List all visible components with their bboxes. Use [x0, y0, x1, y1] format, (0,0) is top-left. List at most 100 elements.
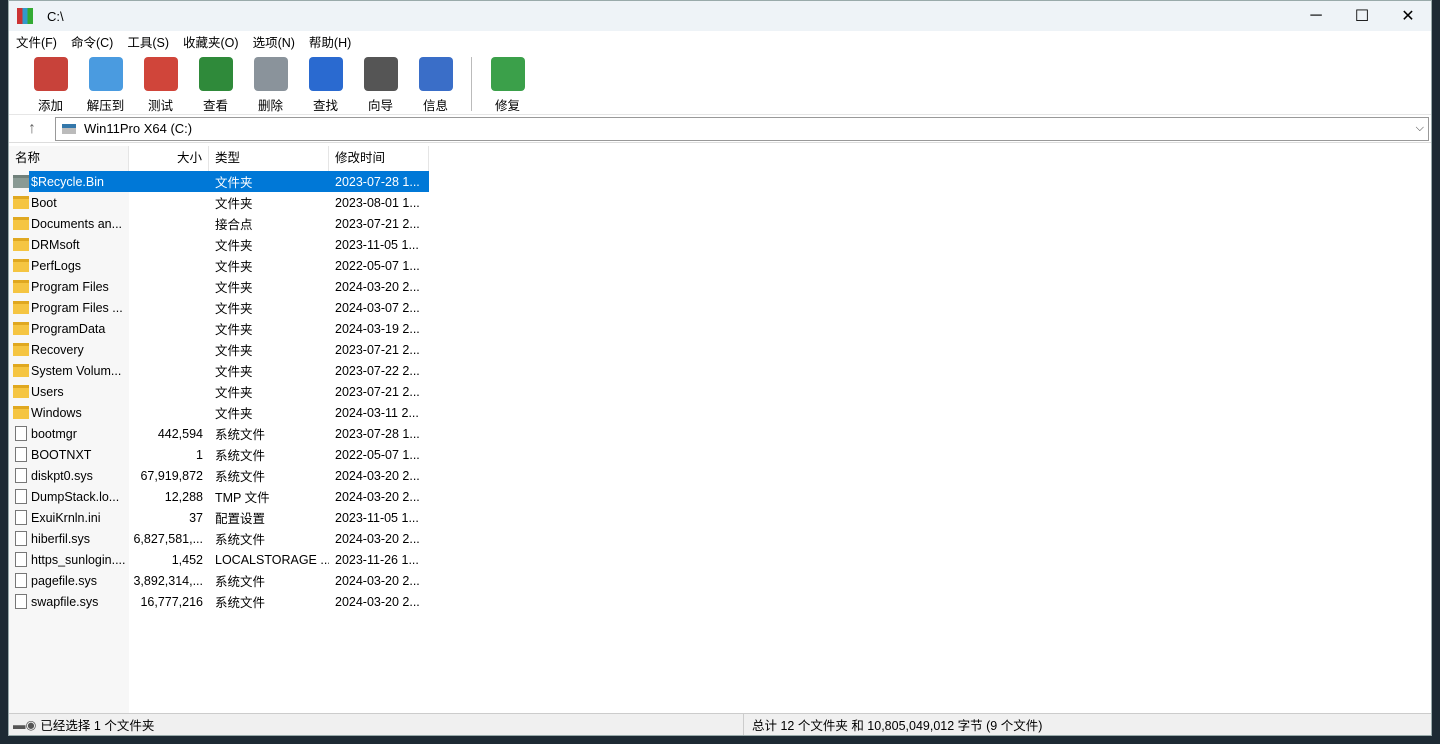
- toolbar: 添加 解压到 测试 查看 删除 查找 向导 信息 修复: [9, 51, 1431, 115]
- file-row[interactable]: Program Files 文件夹 2024-03-20 2...: [9, 276, 1431, 297]
- file-date: 2024-03-20 2...: [335, 279, 420, 294]
- file-type: 文件夹: [215, 365, 253, 379]
- file-row[interactable]: Program Files ... 文件夹 2024-03-07 2...: [9, 297, 1431, 318]
- file-size: 6,827,581,...: [133, 531, 203, 546]
- file-type: 配置设置: [215, 512, 266, 526]
- toolbar-label: 删除: [257, 99, 283, 113]
- file-row[interactable]: pagefile.sys 3,892,314,... 系统文件 2024-03-20 …: [9, 570, 1431, 591]
- file-row[interactable]: swapfile.sys 16,777,216 系统文件 2024-03-20 2..…: [9, 591, 1431, 612]
- toolbar-button-4[interactable]: 删除: [243, 51, 298, 114]
- test-clipboard-icon: [143, 57, 178, 91]
- file-type: 系统文件: [215, 470, 266, 484]
- file-date: 2024-03-20 2...: [335, 594, 420, 609]
- column-name[interactable]: 名称: [9, 146, 129, 171]
- menu-item[interactable]: 收藏夹(O): [176, 32, 246, 51]
- file-name: Documents an...: [31, 216, 123, 231]
- address-input[interactable]: Win11Pro X64 (C:) ⌵: [55, 116, 1429, 141]
- toolbar-button-2[interactable]: 测试: [133, 51, 188, 114]
- file-name: swapfile.sys: [31, 594, 99, 609]
- file-type: 文件夹: [215, 260, 253, 274]
- file-row[interactable]: Users 文件夹 2023-07-21 2...: [9, 381, 1431, 402]
- chevron-down-icon[interactable]: ⌵: [1416, 122, 1424, 135]
- maximize-button[interactable]: ☐: [1339, 1, 1385, 31]
- file-date: 2023-07-21 2...: [335, 384, 420, 399]
- extract-folder-icon: [88, 57, 123, 91]
- file-row[interactable]: $Recycle.Bin 文件夹 2023-07-28 1...: [9, 171, 1431, 192]
- menu-item[interactable]: 命令(C): [64, 32, 120, 51]
- drive-icon: [62, 123, 76, 134]
- column-type[interactable]: 类型: [209, 146, 329, 171]
- menu-item[interactable]: 文件(F): [9, 32, 64, 51]
- folder-icon: [13, 343, 29, 356]
- file-size: 1: [196, 447, 203, 462]
- file-row[interactable]: hiberfil.sys 6,827,581,... 系统文件 2024-03-20 …: [9, 528, 1431, 549]
- file-icon: [15, 531, 27, 546]
- toolbar-divider: [471, 57, 472, 111]
- file-name: Boot: [31, 195, 57, 210]
- file-name: bootmgr: [31, 426, 77, 441]
- file-row[interactable]: PerfLogs 文件夹 2022-05-07 1...: [9, 255, 1431, 276]
- folder-icon: [13, 217, 29, 230]
- up-arrow-icon[interactable]: ↑: [9, 120, 55, 138]
- file-name: System Volum...: [31, 363, 122, 378]
- file-date: 2023-07-28 1...: [335, 174, 420, 189]
- column-size[interactable]: 大小: [129, 146, 209, 171]
- menu-bar: 文件(F) 命令(C) 工具(S) 收藏夹(O) 选项(N) 帮助(H): [9, 31, 1431, 51]
- toolbar-label: 添加: [37, 99, 63, 113]
- menu-item[interactable]: 帮助(H): [302, 32, 358, 51]
- file-row[interactable]: Recovery 文件夹 2023-07-21 2...: [9, 339, 1431, 360]
- toolbar-label: 解压到: [86, 99, 125, 113]
- toolbar-button-5[interactable]: 查找: [298, 51, 353, 114]
- toolbar-button-0[interactable]: 添加: [23, 51, 78, 114]
- file-row[interactable]: Documents an... 接合点 2023-07-21 2...: [9, 213, 1431, 234]
- column-modified[interactable]: 修改时间: [329, 146, 429, 171]
- menu-item[interactable]: 选项(N): [246, 32, 302, 51]
- file-icon: [15, 489, 27, 504]
- file-icon: [15, 552, 27, 567]
- view-book-icon: [198, 57, 233, 91]
- file-type: 系统文件: [215, 428, 266, 442]
- file-type: 文件夹: [215, 302, 253, 316]
- file-row[interactable]: ProgramData 文件夹 2024-03-19 2...: [9, 318, 1431, 339]
- folder-icon: [13, 238, 29, 251]
- file-row[interactable]: bootmgr 442,594 系统文件 2023-07-28 1...: [9, 423, 1431, 444]
- file-date: 2023-08-01 1...: [335, 195, 420, 210]
- folder-icon: [13, 364, 29, 377]
- file-date: 2023-07-21 2...: [335, 216, 420, 231]
- file-row[interactable]: BOOTNXT 1 系统文件 2022-05-07 1...: [9, 444, 1431, 465]
- menu-item[interactable]: 工具(S): [120, 32, 176, 51]
- file-row[interactable]: Windows 文件夹 2024-03-11 2...: [9, 402, 1431, 423]
- file-name: Program Files: [31, 279, 109, 294]
- repair-icon: [490, 57, 525, 91]
- toolbar-button-7[interactable]: 信息: [408, 51, 463, 114]
- file-row[interactable]: diskpt0.sys 67,919,872 系统文件 2024-03-20 2...: [9, 465, 1431, 486]
- toolbar-button-1[interactable]: 解压到: [78, 51, 133, 114]
- status-bar: ▬◉ 已经选择 1 个文件夹 总计 12 个文件夹 和 10,805,049,0…: [9, 713, 1431, 735]
- file-date: 2024-03-20 2...: [335, 531, 420, 546]
- wizard-wand-icon: [363, 57, 398, 91]
- file-date: 2024-03-20 2...: [335, 573, 420, 588]
- toolbar-label: 信息: [422, 99, 448, 113]
- file-row[interactable]: https_sunlogin.... 1,452 LOCALSTORAGE ... 2…: [9, 549, 1431, 570]
- minimize-button[interactable]: ─: [1293, 1, 1339, 31]
- toolbar-button-3[interactable]: 查看: [188, 51, 243, 114]
- file-row[interactable]: ExuiKrnln.ini 37 配置设置 2023-11-05 1...: [9, 507, 1431, 528]
- toolbar-label: 查找: [312, 99, 338, 113]
- toolbar-button-8[interactable]: 修复: [480, 51, 535, 114]
- folder-icon: [13, 301, 29, 314]
- close-button[interactable]: ✕: [1385, 1, 1431, 31]
- file-type: 文件夹: [215, 239, 253, 253]
- toolbar-button-6[interactable]: 向导: [353, 51, 408, 114]
- file-name: $Recycle.Bin: [31, 174, 104, 189]
- address-bar: ↑ Win11Pro X64 (C:) ⌵: [9, 115, 1431, 143]
- file-row[interactable]: DRMsoft 文件夹 2023-11-05 1...: [9, 234, 1431, 255]
- file-date: 2023-07-21 2...: [335, 342, 420, 357]
- file-row[interactable]: DumpStack.lo... 12,288 TMP 文件 2024-03-20 2.…: [9, 486, 1431, 507]
- status-total: 总计 12 个文件夹 和 10,805,049,012 字节 (9 个文件): [752, 719, 1043, 733]
- file-row[interactable]: System Volum... 文件夹 2023-07-22 2...: [9, 360, 1431, 381]
- file-name: pagefile.sys: [31, 573, 98, 588]
- file-date: 2024-03-20 2...: [335, 489, 420, 504]
- file-row[interactable]: Boot 文件夹 2023-08-01 1...: [9, 192, 1431, 213]
- file-size: 1,452: [171, 552, 203, 567]
- file-icon: [15, 510, 27, 525]
